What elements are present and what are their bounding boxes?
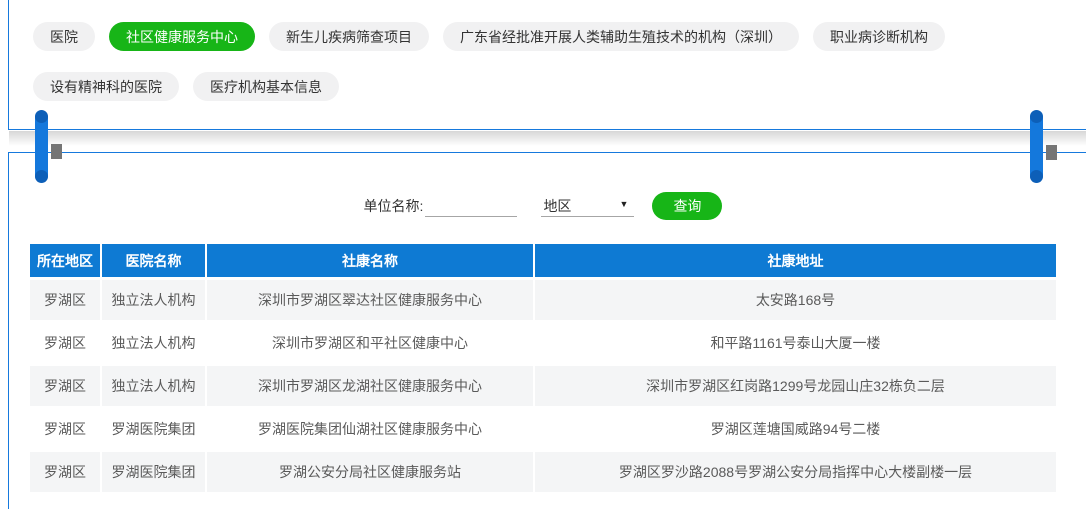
column-header: 医院名称 (102, 244, 205, 277)
search-form: 单位名称: 地区 ▼ 查询 (0, 192, 1086, 220)
page: 医院 社区健康服务中心 新生儿疾病筛查项目 广东省经批准开展人类辅助生殖技术的机构（深… (0, 0, 1086, 509)
tab-2[interactable]: 社区健康服务中心 (109, 22, 255, 51)
column-header: 社康地址 (535, 244, 1056, 277)
table-body: 罗湖区 独立法人机构 深圳市罗湖区翠达社区健康服务中心 太安路168号 罗湖区 独立法人机… (30, 280, 1056, 509)
tab-4[interactable]: 广东省经批准开展人类辅助生殖技术的机构（深圳） (443, 22, 799, 51)
tab-3[interactable]: 新生儿疾病筛查项目 (269, 22, 429, 51)
table-cell: 深圳市罗湖区和平社区健康中心 (207, 323, 533, 363)
unit-name-label: 单位名称: (363, 198, 424, 214)
table-cell: 独立法人机构 (102, 366, 205, 406)
district-select[interactable]: 地区 ▼ (541, 195, 635, 217)
results-table: 所在地区 医院名称 社康名称 社康地址 罗湖区 独立法人机构 深圳市罗湖区翠达社区健康服务… (28, 241, 1058, 509)
drag-grip-left-icon[interactable] (51, 144, 62, 159)
table-cell (102, 495, 205, 509)
unit-name-input[interactable] (425, 195, 518, 217)
tab-6[interactable]: 设有精神科的医院 (33, 72, 179, 101)
table-cell: 独立法人机构 (102, 323, 205, 363)
table-cell (535, 495, 1056, 509)
table-row: 罗湖区 独立法人机构 深圳市罗湖区和平社区健康中心 和平路1161号泰山大厦一楼 (30, 323, 1056, 363)
table-cell: 罗湖区罗沙路2088号罗湖公安分局指挥中心大楼副楼一层 (535, 452, 1056, 492)
category-tab-bar: 医院 社区健康服务中心 新生儿疾病筛查项目 广东省经批准开展人类辅助生殖技术的机构（深… (33, 22, 1043, 122)
query-button[interactable]: 查询 (652, 192, 723, 220)
table-header-row: 所在地区 医院名称 社康名称 社康地址 (30, 244, 1056, 277)
tab-1[interactable]: 医院 (33, 22, 95, 51)
tab-7[interactable]: 医疗机构基本信息 (193, 72, 339, 101)
table-row: 罗湖区 罗湖医院集团 罗湖医院集团仙湖社区健康服务中心 罗湖区莲塘国威路94号二楼 (30, 409, 1056, 449)
table-cell: 罗湖区 (30, 280, 100, 320)
table-cell: 罗湖区 (30, 366, 100, 406)
table-cell: 罗湖区 (30, 323, 100, 363)
table-cell: 罗湖区莲塘国威路94号二楼 (535, 409, 1056, 449)
table-cell: 和平路1161号泰山大厦一楼 (535, 323, 1056, 363)
tab-5[interactable]: 职业病诊断机构 (813, 22, 945, 51)
table-cell: 罗湖区 (30, 452, 100, 492)
table-cell: 罗湖医院集团仙湖社区健康服务中心 (207, 409, 533, 449)
table-row (30, 495, 1056, 509)
table-row: 罗湖区 独立法人机构 深圳市罗湖区龙湖社区健康服务中心 深圳市罗湖区红岗路1299号龙… (30, 366, 1056, 406)
table-cell (207, 495, 533, 509)
district-select-value: 地区 (543, 198, 572, 214)
column-header: 所在地区 (30, 244, 100, 277)
column-header: 社康名称 (207, 244, 533, 277)
table-cell (30, 495, 100, 509)
table-cell: 独立法人机构 (102, 280, 205, 320)
table-row: 罗湖区 罗湖医院集团 罗湖公安分局社区健康服务站 罗湖区罗沙路2088号罗湖公安分局指… (30, 452, 1056, 492)
table-cell: 罗湖医院集团 (102, 452, 205, 492)
caret-down-icon: ▼ (619, 199, 629, 209)
table-cell: 罗湖医院集团 (102, 409, 205, 449)
table-cell: 罗湖区 (30, 409, 100, 449)
table-cell: 罗湖公安分局社区健康服务站 (207, 452, 533, 492)
table-cell: 深圳市罗湖区龙湖社区健康服务中心 (207, 366, 533, 406)
table-row: 罗湖区 独立法人机构 深圳市罗湖区翠达社区健康服务中心 太安路168号 (30, 280, 1056, 320)
drag-grip-right-icon[interactable] (1046, 145, 1057, 160)
table-cell: 太安路168号 (535, 280, 1056, 320)
table-cell: 深圳市罗湖区翠达社区健康服务中心 (207, 280, 533, 320)
table-cell: 深圳市罗湖区红岗路1299号龙园山庄32栋负二层 (535, 366, 1056, 406)
panel-shadow (9, 131, 1086, 146)
